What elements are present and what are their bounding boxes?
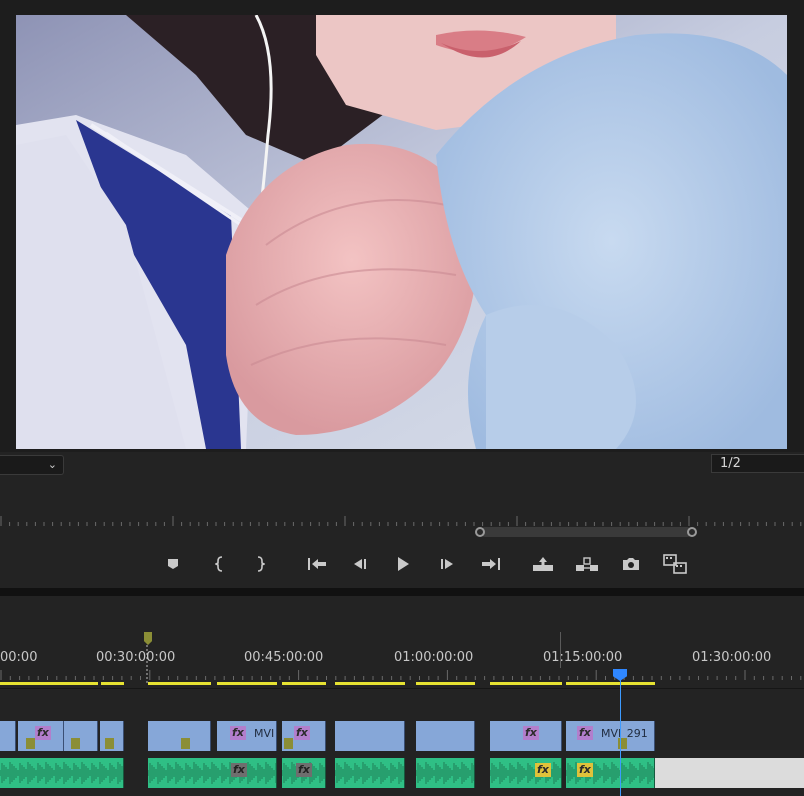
go-to-in-button[interactable] <box>304 551 330 577</box>
monitor-time-ruler[interactable] <box>0 508 804 526</box>
audio-clip[interactable] <box>335 758 405 788</box>
clip-marker[interactable] <box>26 738 35 749</box>
audio-clip[interactable] <box>0 758 124 788</box>
fx-badge: fx <box>230 726 246 740</box>
audio-waveform <box>0 762 123 784</box>
timeline-ruler[interactable] <box>0 668 804 682</box>
clip-marker[interactable] <box>284 738 293 749</box>
mark-in-icon <box>215 556 223 572</box>
track-separator <box>0 688 804 689</box>
clip-marker[interactable] <box>105 738 114 749</box>
lift-button[interactable] <box>530 551 556 577</box>
step-forward-icon <box>441 559 453 569</box>
fx-badge: fx <box>535 763 551 777</box>
mark-out-button[interactable] <box>247 551 273 577</box>
timecode-label: 00:00 <box>0 650 38 665</box>
timecode-label: 01:15:00:00 <box>543 650 623 665</box>
playback-resolution-select[interactable]: 1/2 <box>711 454 804 473</box>
fx-badge: fx <box>523 726 539 740</box>
audio-clip[interactable]: fx <box>282 758 326 788</box>
lift-icon <box>533 557 553 571</box>
video-clip[interactable]: fx MVI_291 <box>566 721 655 751</box>
mark-out-icon <box>257 556 265 572</box>
timecode-label: 01:00:00:00 <box>394 650 474 665</box>
mark-in-button[interactable] <box>207 551 233 577</box>
video-clip[interactable] <box>64 721 98 751</box>
play-button[interactable] <box>390 551 416 577</box>
fx-badge: fx <box>577 726 593 740</box>
audio-waveform <box>335 762 404 784</box>
extract-icon <box>576 557 598 571</box>
go-to-out-button[interactable] <box>478 551 504 577</box>
zoom-scroll-bar[interactable] <box>480 527 692 537</box>
zoom-level-dropdown[interactable]: ⌄ <box>0 455 64 475</box>
clip-marker[interactable] <box>71 738 80 749</box>
extract-button[interactable] <box>574 551 600 577</box>
camera-icon <box>623 558 639 570</box>
marker-icon <box>168 559 178 569</box>
audio-clip[interactable]: fx <box>148 758 277 788</box>
video-clip[interactable] <box>416 721 475 751</box>
comparison-view-button[interactable] <box>662 551 688 577</box>
audio-waveform <box>416 762 474 784</box>
panel-divider[interactable] <box>0 588 804 596</box>
audio-waveform <box>490 762 561 784</box>
audio-clip[interactable]: fx <box>566 758 655 788</box>
video-clip[interactable] <box>335 721 405 751</box>
fx-badge: fx <box>231 763 247 777</box>
video-clip[interactable] <box>0 721 16 751</box>
video-clip[interactable]: fx MVI <box>217 721 277 751</box>
fx-badge: fx <box>35 726 51 740</box>
empty-track-region <box>655 758 804 788</box>
work-area-bar[interactable] <box>0 681 804 686</box>
export-frame-button[interactable] <box>618 551 644 577</box>
timecode-label: 00:45:00:00 <box>244 650 324 665</box>
video-clip[interactable]: fx <box>18 721 64 751</box>
audio-clip[interactable]: fx <box>490 758 562 788</box>
audio-clip[interactable] <box>416 758 475 788</box>
go-to-out-icon <box>482 558 500 570</box>
go-to-in-icon <box>308 558 326 570</box>
step-back-button[interactable] <box>346 551 372 577</box>
timecode-label: 01:30:00:00 <box>692 650 772 665</box>
step-forward-button[interactable] <box>435 551 461 577</box>
video-clip[interactable] <box>148 721 211 751</box>
compare-icon <box>663 554 687 574</box>
fx-badge: fx <box>296 763 312 777</box>
timecode-label: 00:30:00:00 <box>96 650 176 665</box>
zoom-scroll-handle-right[interactable] <box>687 527 697 537</box>
audio-waveform <box>148 762 276 784</box>
playhead-line[interactable] <box>620 680 621 796</box>
clip-name: MVI <box>254 727 275 740</box>
clip-marker[interactable] <box>181 738 190 749</box>
play-icon <box>398 557 409 571</box>
program-monitor-video-frame[interactable] <box>16 15 787 449</box>
video-clip[interactable]: fx <box>490 721 562 751</box>
fx-badge: fx <box>577 763 593 777</box>
zoom-scroll-handle-left[interactable] <box>475 527 485 537</box>
add-marker-button[interactable] <box>160 551 186 577</box>
fx-badge: fx <box>294 726 310 740</box>
step-back-icon <box>354 559 366 569</box>
chevron-down-icon: ⌄ <box>47 458 57 471</box>
